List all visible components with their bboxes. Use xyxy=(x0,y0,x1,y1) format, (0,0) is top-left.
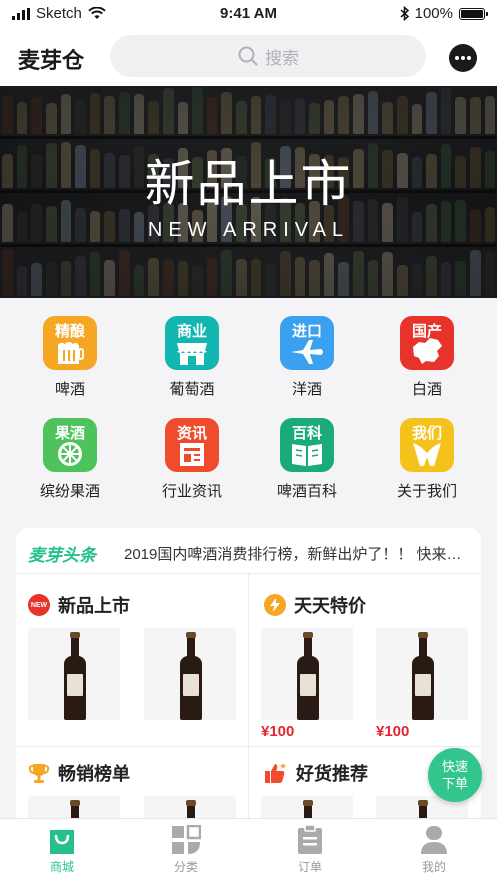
airplane-icon: 进口 xyxy=(280,316,334,370)
banner-title: 新品上市 xyxy=(144,155,353,213)
logo-m-icon: 我们 xyxy=(400,418,454,472)
tab-orders[interactable]: 订单 xyxy=(248,825,372,875)
bluetooth-icon xyxy=(400,6,409,21)
order-list-icon xyxy=(298,825,322,854)
newspaper-icon: 资讯 xyxy=(165,418,219,472)
tab-mall[interactable]: 商城 xyxy=(0,825,124,875)
banner-subtitle: NEW ARRIVAL xyxy=(147,219,350,241)
quick-order-button[interactable]: 快速 下单 xyxy=(428,748,482,802)
product-card[interactable] xyxy=(144,628,236,720)
product-card[interactable] xyxy=(376,628,468,720)
beer-bottle-icon xyxy=(297,632,319,720)
news-headline[interactable]: 2019国内啤酒消费排行榜，新鲜出炉了！！ 快来看看吧 xyxy=(124,543,469,564)
search-input[interactable]: 搜索 xyxy=(110,35,426,77)
section-recommend[interactable]: 好货推荐 xyxy=(264,760,368,786)
category-grid-icon xyxy=(172,825,201,854)
search-placeholder: 搜索 xyxy=(265,48,299,68)
beer-bottle-icon xyxy=(412,632,434,720)
beer-bottle-icon xyxy=(180,632,202,720)
book-icon: 百科 xyxy=(280,418,334,472)
section-new-arrival[interactable]: NEW 新品上市 xyxy=(28,592,130,618)
category-fruit-wine[interactable]: 果酒 缤纷果酒 xyxy=(20,418,120,501)
banner-carousel[interactable]: 新品上市 NEW ARRIVAL xyxy=(0,86,497,298)
category-beer[interactable]: 精酿 啤酒 xyxy=(20,316,120,399)
category-grid: 精酿 啤酒 商业 葡萄酒 进口 洋酒 国产 白酒 果酒 缤纷果酒 资讯 行业资讯… xyxy=(0,298,497,512)
category-about-us[interactable]: 我们 关于我们 xyxy=(377,418,477,501)
section-bestseller[interactable]: 畅销榜单 xyxy=(28,760,130,786)
product-price: ¥100 xyxy=(261,723,295,740)
china-map-icon: 国产 xyxy=(400,316,454,370)
news-ticker[interactable]: 麦芽头条 2019国内啤酒消费排行榜，新鲜出炉了！！ 快来看看吧 xyxy=(16,528,481,574)
new-badge-icon: NEW xyxy=(28,594,50,616)
shopping-bag-icon xyxy=(50,830,74,854)
search-icon xyxy=(238,46,258,66)
category-imported[interactable]: 进口 洋酒 xyxy=(257,316,357,399)
news-tag: 麦芽头条 xyxy=(28,546,96,565)
tab-category[interactable]: 分类 xyxy=(124,825,248,875)
trophy-icon xyxy=(28,764,50,783)
lightning-icon xyxy=(264,594,286,616)
message-button[interactable] xyxy=(449,44,477,72)
battery-percent: 100% xyxy=(414,5,453,22)
section-daily-deal[interactable]: 天天特价 xyxy=(264,592,366,618)
top-header: 麦芽仓 搜索 xyxy=(0,30,497,86)
status-bar: Sketch 9:41 AM 100% xyxy=(0,0,497,30)
category-wine[interactable]: 商业 葡萄酒 xyxy=(142,316,242,399)
orange-slice-icon: 果酒 xyxy=(43,418,97,472)
beer-mug-icon: 精酿 xyxy=(43,316,97,370)
category-industry-news[interactable]: 资讯 行业资讯 xyxy=(142,418,242,501)
profile-icon xyxy=(421,826,447,854)
product-card[interactable] xyxy=(261,628,353,720)
thumbs-up-icon xyxy=(265,763,286,783)
battery-icon xyxy=(459,7,488,20)
product-price: ¥100 xyxy=(376,723,410,740)
tab-profile[interactable]: 我的 xyxy=(372,825,496,875)
beer-bottle-icon xyxy=(64,632,86,720)
home-card: 麦芽头条 2019国内啤酒消费排行榜，新鲜出炉了！！ 快来看看吧 NEW 新品上… xyxy=(16,528,481,828)
brand-title: 麦芽仓 xyxy=(18,48,85,73)
category-baijiu[interactable]: 国产 白酒 xyxy=(377,316,477,399)
shop-icon: 商业 xyxy=(165,316,219,370)
product-card[interactable] xyxy=(28,628,120,720)
bottom-tab-bar: 商城 分类 订单 我的 xyxy=(0,818,497,883)
chat-bubble-icon xyxy=(455,56,471,60)
category-beer-wiki[interactable]: 百科 啤酒百科 xyxy=(257,418,357,501)
